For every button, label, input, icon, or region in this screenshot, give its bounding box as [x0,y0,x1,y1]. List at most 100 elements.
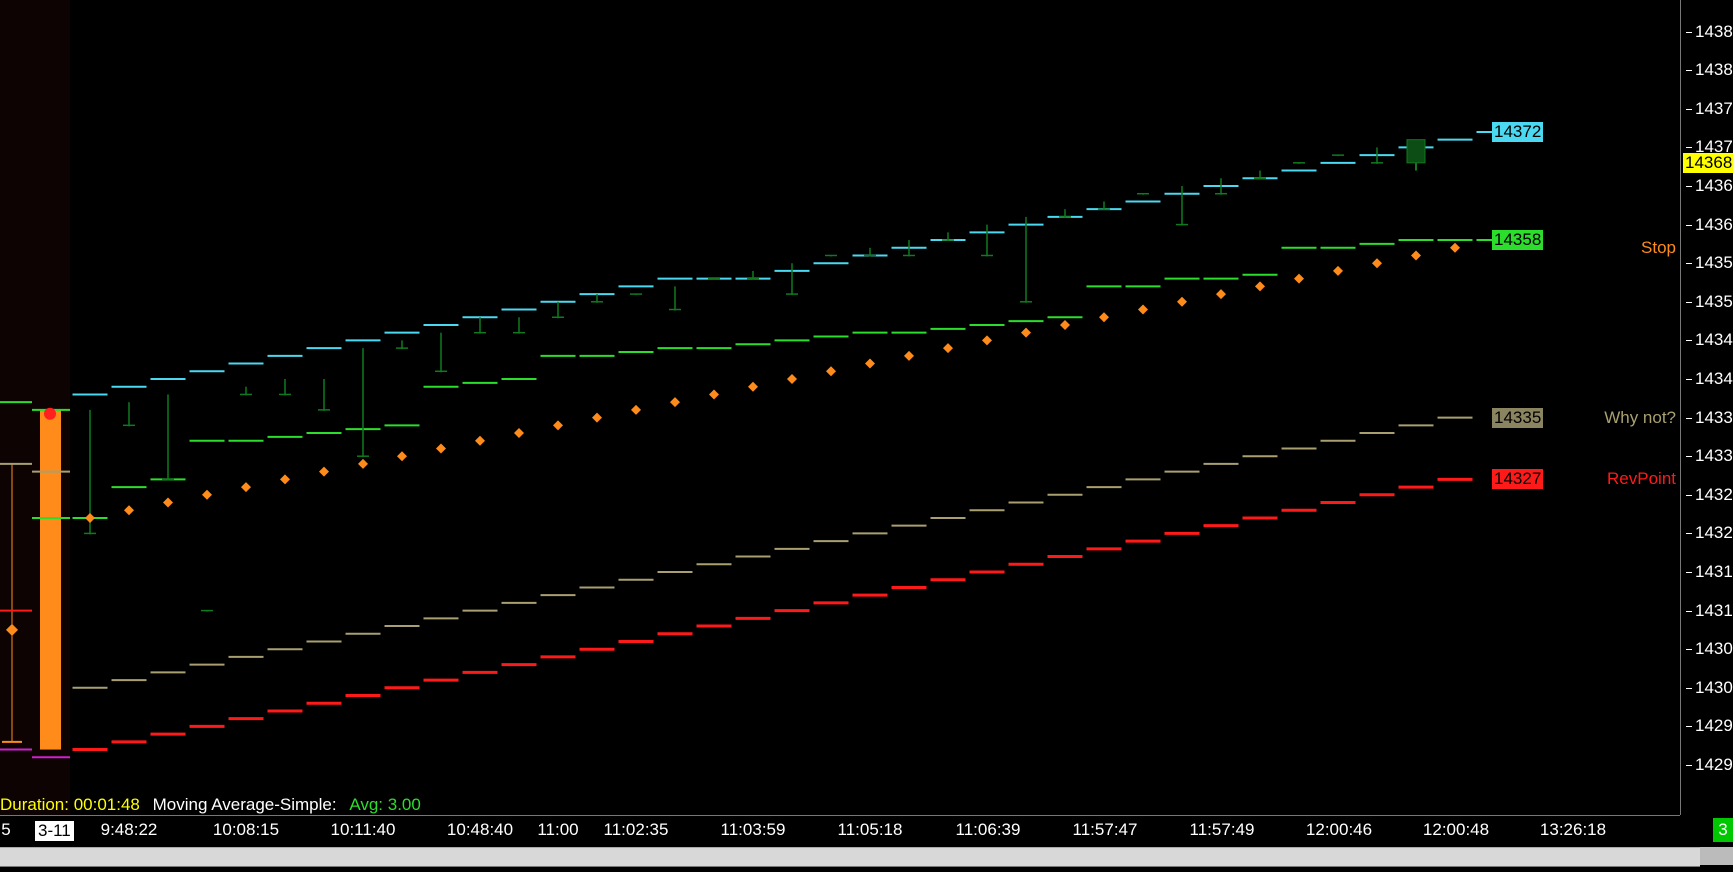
time-tick-label: 13:26:18 [1539,820,1607,839]
price-tick-label: 14375 [1695,98,1733,118]
price-tick-label: 14380 [1695,60,1733,80]
price-tick-mark [1686,224,1692,226]
stop-dot [1177,296,1187,307]
stop-dot [982,335,992,346]
price-tick-label: 14360 [1695,214,1733,234]
duration-label: Duration: 00:01:48 [0,795,140,814]
stop-dot [85,512,95,523]
stop-dot [319,466,329,477]
line-value-flag: 14372 [1492,121,1544,142]
price-tick-mark [1686,301,1692,303]
line-value-flag: 14358 [1492,230,1544,251]
stop-dot [865,358,875,369]
stop-dot [1450,242,1460,253]
price-tick-mark [1686,494,1692,496]
time-tick-label: 11:06:39 [955,820,1021,839]
stop-dot [1372,258,1382,269]
corner-badge[interactable]: 3 [1713,818,1733,842]
stop-dot [1255,281,1265,292]
line-label: RevPoint [1607,469,1676,489]
stop-dot [748,381,758,392]
stop-dot [787,374,797,384]
time-tick-label: 10:48:40 [446,820,514,839]
candle-body [1406,139,1426,164]
stop-dot [1216,289,1226,300]
stop-dot [631,404,641,415]
line-value-flag: 14335 [1492,407,1544,428]
price-tick-label: 14290 [1695,755,1733,774]
stop-dot [670,397,680,408]
time-tick-label: 10:11:40 [330,820,396,839]
price-tick-label: 14330 [1695,446,1733,466]
line-label: Why not? [1604,407,1676,427]
stop-dot [280,474,290,485]
prior-stop-dot [6,623,18,636]
stop-dot [241,482,251,493]
stop-dot [826,366,836,377]
time-axis[interactable]: 5 3-11 9:48:22 10:08:15 10:11:40 10:48:40 11… [0,815,1680,846]
scrollbar-track[interactable] [0,847,1700,867]
line-label: Stop [1641,237,1676,257]
time-tick-label: 11:57:49 [1189,820,1255,839]
price-tick-label: 14385 [1695,21,1733,41]
time-tick-label: 9:48:22 [100,820,158,839]
price-axis[interactable]: 1438514380143751437014365143601435514350… [1680,0,1733,815]
price-tick-mark [1686,610,1692,612]
price-tick-label: 14310 [1695,600,1733,620]
price-tick-label: 14335 [1695,407,1733,427]
price-tick-label: 14345 [1695,330,1733,350]
ma-label: Moving Average-Simple: [152,795,337,814]
prior-session-bar [40,409,61,750]
stop-dot [1099,312,1109,323]
stop-dot [1411,250,1421,261]
time-tick-label: 10:08:15 [212,820,280,839]
stop-dot [1138,304,1148,315]
price-tick-mark [1686,70,1692,72]
price-tick-label: 14295 [1695,716,1733,736]
stop-dot [358,458,368,469]
price-tick-label: 14350 [1695,291,1733,311]
stop-dot [904,350,914,361]
stop-dot [553,420,563,431]
line-value-flag: 14327 [1492,469,1544,490]
stop-dot [1021,327,1031,338]
price-tick-label: 14305 [1695,639,1733,659]
stop-dot [1333,265,1343,276]
time-tick-label: 12:00:48 [1422,820,1490,839]
price-tick-label: 14325 [1695,484,1733,504]
date-badge: 3-11 [34,820,75,842]
price-tick-mark [1686,572,1692,573]
stop-dot [397,451,407,462]
time-tick-label: 11:03:59 [720,820,786,839]
time-axis-prefix: 5 [1,820,11,839]
stop-dot [592,412,602,423]
price-tick-mark [1686,649,1692,651]
chart-plot-area[interactable]: Duration: 00:01:48 Moving Average-Simple… [0,0,1680,815]
stop-dot [943,343,953,354]
stop-dot [514,428,524,439]
stop-dot [202,489,212,500]
last-price-marker: 14368 [1683,152,1733,173]
price-tick-label: 14355 [1695,253,1733,273]
time-tick-label: 11:05:18 [837,820,903,839]
time-tick-label: 12:00:46 [1305,820,1373,839]
prior-session-dot [44,407,56,420]
price-tick-mark [1686,456,1692,458]
time-tick-label: 11:02:35 [603,820,669,839]
horizontal-scrollbar[interactable] [0,845,1733,872]
price-tick-mark [1686,186,1692,187]
stop-dot [163,497,173,508]
time-tick-label: 11:00 [537,820,579,839]
price-tick-mark [1686,726,1692,728]
price-tick-mark [1686,108,1692,110]
price-tick-mark [1686,263,1692,265]
price-tick-mark [1686,379,1692,380]
price-tick-label: 14320 [1695,523,1733,543]
time-tick-label: 11:57:47 [1072,820,1138,839]
stop-dot [709,389,719,400]
price-tick-mark [1686,31,1692,33]
price-tick-mark [1686,340,1692,342]
price-tick-label: 14300 [1695,677,1733,697]
price-tick-label: 14315 [1695,562,1733,581]
price-tick-mark [1686,765,1692,766]
